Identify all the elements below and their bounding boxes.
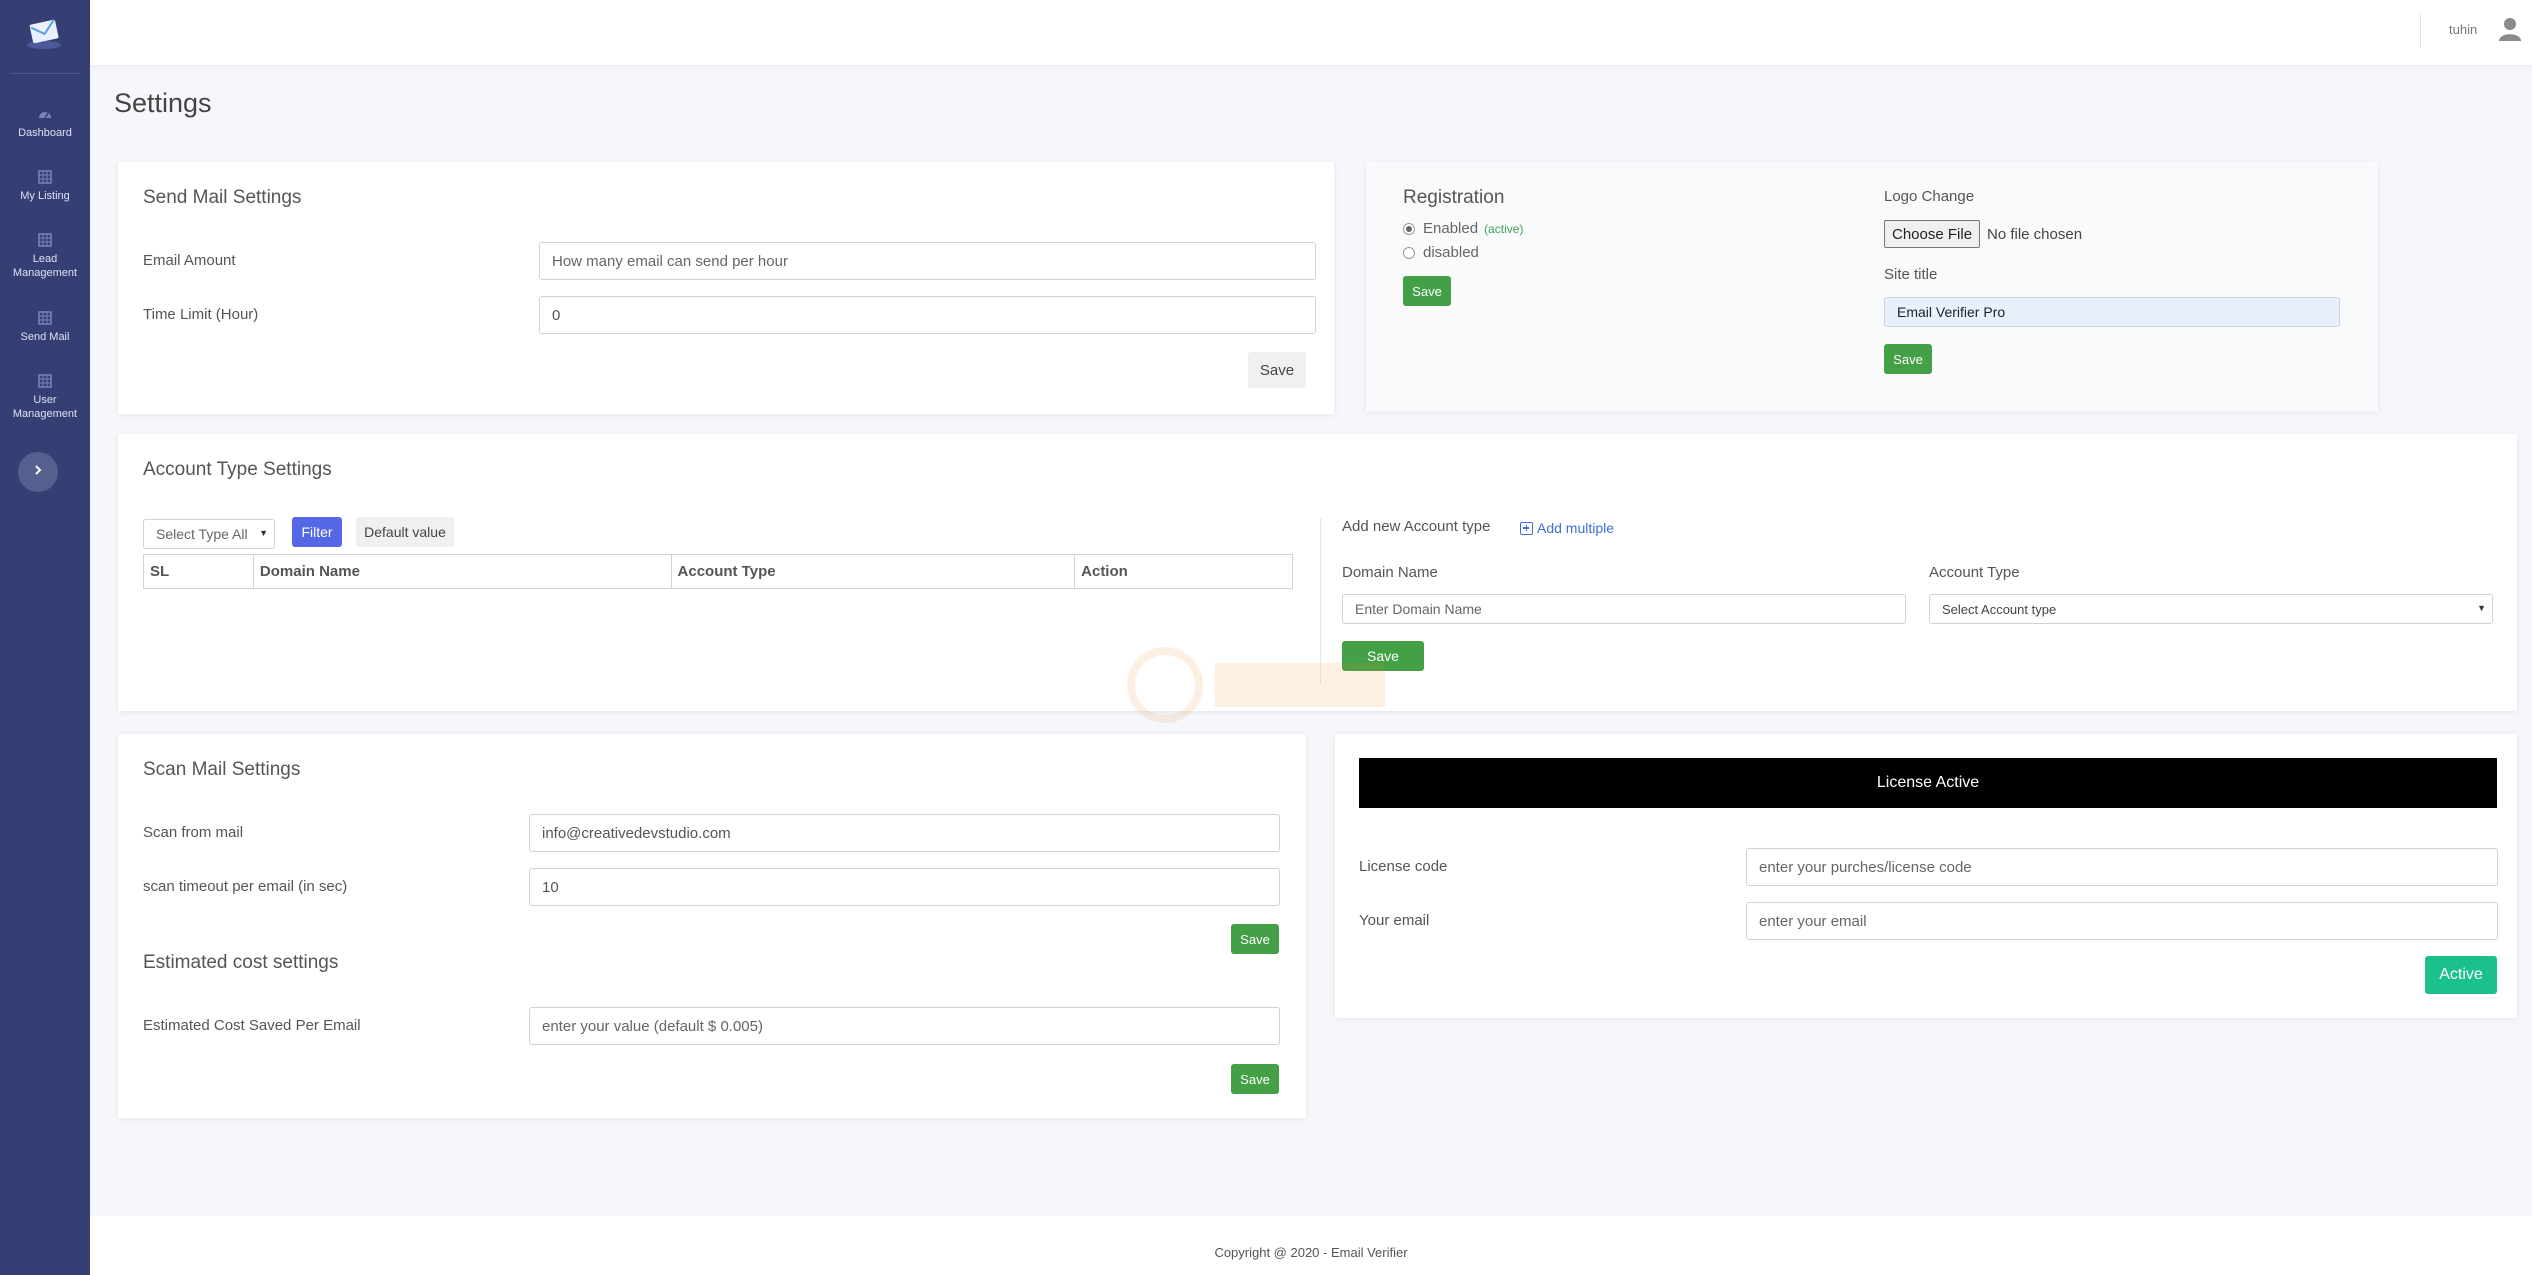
table-icon bbox=[37, 169, 53, 185]
col-sl: SL bbox=[143, 554, 254, 589]
scan-mail-title: Scan Mail Settings bbox=[143, 759, 301, 780]
sidebar-item-dashboard[interactable]: Dashboard bbox=[0, 106, 90, 140]
license-active-banner: License Active bbox=[1359, 758, 2497, 808]
scan-timeout-input[interactable] bbox=[529, 868, 1280, 906]
registration-disabled-radio[interactable]: disabled bbox=[1403, 244, 1479, 261]
radio-unchecked-icon bbox=[1403, 246, 1415, 259]
filter-button[interactable]: Filter bbox=[292, 517, 342, 547]
add-account-type-title: Add new Account type bbox=[1342, 518, 1491, 535]
type-filter-select[interactable]: Select Type All ▼ bbox=[143, 519, 275, 549]
radio-checked-icon bbox=[1403, 222, 1415, 235]
license-activate-button[interactable]: Active bbox=[2425, 956, 2497, 994]
account-type-title: Account Type Settings bbox=[143, 459, 332, 480]
col-account-type: Account Type bbox=[670, 554, 1076, 589]
scan-timeout-label: scan timeout per email (in sec) bbox=[143, 878, 348, 895]
estimated-cost-label: Estimated Cost Saved Per Email bbox=[143, 1017, 361, 1034]
sidebar-item-label: Send Mail bbox=[20, 331, 70, 343]
registration-card: Registration Enabled (active) disabled S… bbox=[1366, 162, 2378, 412]
license-card: License Active License code Your email A… bbox=[1335, 734, 2517, 1018]
add-multiple-label: Add multiple bbox=[1537, 520, 1615, 536]
page-title: Settings bbox=[114, 88, 212, 118]
username[interactable]: tuhin bbox=[2449, 22, 2477, 37]
sidebar-item-user-management[interactable]: User Management bbox=[0, 373, 90, 421]
estimated-cost-title: Estimated cost settings bbox=[143, 952, 339, 973]
sidebar-item-send-mail[interactable]: Send Mail bbox=[0, 310, 90, 344]
send-mail-settings-card: Send Mail Settings Email Amount Time Lim… bbox=[118, 162, 1334, 414]
account-type-label: Account Type bbox=[1929, 564, 2020, 581]
scan-mail-settings-card: Scan Mail Settings Scan from mail scan t… bbox=[118, 734, 1306, 1118]
enabled-label: Enabled bbox=[1423, 220, 1479, 237]
license-email-input[interactable] bbox=[1746, 902, 2498, 940]
active-tag: (active) bbox=[1484, 221, 1524, 236]
scan-from-input[interactable] bbox=[529, 814, 1280, 852]
domain-name-label: Domain Name bbox=[1342, 564, 1438, 581]
no-file-chosen-text: No file chosen bbox=[1987, 226, 2083, 243]
choose-file-button[interactable]: Choose File bbox=[1884, 220, 1981, 248]
dashboard-icon bbox=[37, 106, 53, 122]
scan-mail-save-button[interactable]: Save bbox=[1231, 924, 1279, 954]
disabled-label: disabled bbox=[1423, 244, 1479, 261]
card-title: Send Mail Settings bbox=[143, 187, 302, 208]
header-divider bbox=[2420, 14, 2421, 48]
app-logo-icon[interactable] bbox=[22, 16, 66, 52]
account-type-select[interactable]: Select Account type ▼ bbox=[1929, 594, 2493, 624]
scan-from-label: Scan from mail bbox=[143, 824, 244, 841]
registration-enabled-radio[interactable]: Enabled (active) bbox=[1403, 220, 1523, 237]
chevron-right-icon bbox=[32, 463, 44, 481]
email-amount-input[interactable] bbox=[539, 242, 1316, 280]
site-title-save-button[interactable]: Save bbox=[1884, 344, 1932, 374]
table-icon bbox=[37, 232, 53, 248]
select-value: Select Account type bbox=[1942, 601, 2057, 617]
caret-down-icon: ▼ bbox=[259, 528, 268, 538]
estimated-cost-save-button[interactable]: Save bbox=[1231, 1064, 1279, 1094]
sidebar-item-my-listing[interactable]: My Listing bbox=[0, 169, 90, 203]
footer: Copyright @ 2020 - Email Verifier bbox=[90, 1216, 2532, 1275]
logo-change-label: Logo Change bbox=[1884, 188, 1975, 205]
domain-name-input[interactable] bbox=[1342, 594, 1906, 624]
registration-title: Registration bbox=[1403, 187, 1505, 208]
registration-save-button[interactable]: Save bbox=[1403, 276, 1451, 306]
sidebar-item-label: Dashboard bbox=[18, 127, 72, 139]
sidebar-item-label: User Management bbox=[12, 394, 78, 420]
table-icon bbox=[37, 373, 53, 389]
sidebar: Dashboard My Listing Lead Management Sen… bbox=[0, 0, 90, 1275]
license-code-label: License code bbox=[1359, 858, 1448, 875]
sidebar-item-lead-management[interactable]: Lead Management bbox=[0, 232, 90, 280]
select-value: Select Type All bbox=[156, 526, 248, 542]
table-icon bbox=[37, 310, 53, 326]
plus-square-icon bbox=[1520, 521, 1533, 535]
user-icon[interactable] bbox=[2497, 16, 2523, 42]
col-domain-name: Domain Name bbox=[252, 554, 672, 589]
site-title-label: Site title bbox=[1884, 266, 1938, 283]
site-title-input[interactable] bbox=[1884, 297, 2340, 327]
license-code-input[interactable] bbox=[1746, 848, 2498, 886]
watermark-logo-icon bbox=[1125, 645, 1405, 730]
sidebar-item-label: Lead Management bbox=[12, 253, 78, 279]
time-limit-input[interactable] bbox=[539, 296, 1316, 334]
email-amount-label: Email Amount bbox=[143, 252, 236, 269]
estimated-cost-input[interactable] bbox=[529, 1007, 1280, 1045]
account-type-table: SL Domain Name Account Type Action bbox=[143, 554, 1293, 589]
col-action: Action bbox=[1074, 554, 1293, 589]
sidebar-item-label: My Listing bbox=[20, 190, 70, 202]
caret-down-icon: ▼ bbox=[2477, 603, 2486, 613]
copyright-text: Copyright @ 2020 - Email Verifier bbox=[1214, 1245, 1408, 1260]
sidebar-divider bbox=[10, 73, 80, 74]
top-header: tuhin bbox=[90, 0, 2532, 65]
default-value-button[interactable]: Default value bbox=[356, 517, 454, 547]
sidebar-toggle-button[interactable] bbox=[18, 452, 58, 492]
add-multiple-link[interactable]: Add multiple bbox=[1520, 520, 1614, 536]
send-mail-save-button[interactable]: Save bbox=[1248, 352, 1306, 388]
your-email-label: Your email bbox=[1359, 912, 1430, 929]
time-limit-label: Time Limit (Hour) bbox=[143, 306, 259, 323]
